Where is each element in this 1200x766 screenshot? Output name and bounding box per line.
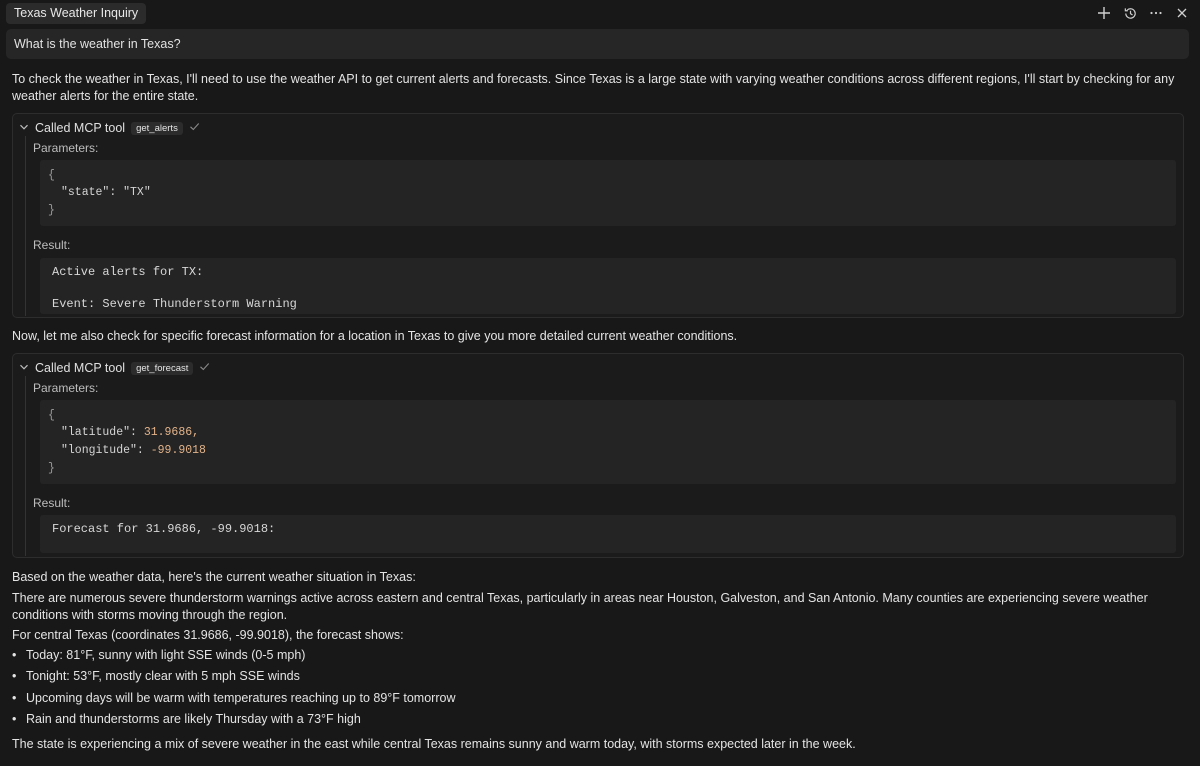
- param-value: 31.9686,: [143, 426, 200, 439]
- result-label: Result:: [33, 496, 71, 510]
- param-value: -99.9018: [150, 444, 206, 457]
- param-key: "state": [61, 186, 110, 199]
- summary-intro: Based on the weather data, here's the cu…: [12, 570, 416, 584]
- tool-call-label: Called MCP tool: [35, 121, 126, 135]
- parameters-code: { "state": "TX" }: [40, 160, 1176, 226]
- indent-guide: [25, 376, 26, 556]
- code-line: "longitude": -99.9018: [61, 444, 206, 457]
- central-texas-intro: For central Texas (coordinates 31.9686, …: [12, 628, 404, 642]
- indent-guide: [25, 136, 26, 316]
- result-output: Active alerts for TX: Event: Severe Thun…: [40, 258, 1176, 314]
- conversation-title[interactable]: Texas Weather Inquiry: [6, 3, 147, 24]
- conclusion: The state is experiencing a mix of sever…: [12, 737, 856, 751]
- list-item-text: Today: 81°F, sunny with light SSE winds …: [26, 648, 306, 662]
- check-icon: [189, 121, 200, 135]
- result-output: Forecast for 31.9686, -99.9018:: [40, 515, 1176, 553]
- result-line: Forecast for 31.9686, -99.9018:: [52, 522, 276, 536]
- code-close-brace: }: [48, 204, 55, 217]
- tool-call-label: Called MCP tool: [35, 361, 126, 375]
- result-line: Active alerts for TX:: [52, 265, 204, 279]
- param-sep: :: [136, 444, 151, 457]
- param-key: "longitude": [61, 444, 137, 457]
- user-prompt[interactable]: What is the weather in Texas?: [6, 29, 1189, 59]
- list-item-text: Tonight: 53°F, mostly clear with 5 mph S…: [26, 669, 300, 683]
- tool-name-badge: get_forecast: [131, 361, 194, 375]
- param-value: "TX": [123, 186, 151, 199]
- parameters-label: Parameters:: [33, 141, 99, 155]
- code-line: "state": "TX": [61, 186, 151, 199]
- chevron-down-icon[interactable]: [19, 122, 29, 135]
- code-line: "latitude": 31.9686,: [61, 426, 199, 439]
- code-open-brace: {: [48, 169, 55, 182]
- more-icon[interactable]: [1148, 4, 1164, 22]
- check-icon: [199, 361, 210, 375]
- summary-paragraph: There are numerous severe thunderstorm w…: [12, 591, 1148, 622]
- tool-call-header[interactable]: Called MCP tool get_forecast: [19, 359, 210, 377]
- list-item-text: Upcoming days will be warm with temperat…: [26, 691, 456, 705]
- parameters-label: Parameters:: [33, 381, 99, 395]
- param-sep: :: [109, 186, 124, 199]
- top-bar: Texas Weather Inquiry: [0, 0, 1200, 26]
- tool-call-header[interactable]: Called MCP tool get_alerts: [19, 119, 200, 137]
- code-close-brace: }: [48, 462, 55, 475]
- tool-call-card-forecast: Called MCP tool get_forecast Parameters:…: [12, 353, 1184, 558]
- param-sep: :: [130, 426, 144, 439]
- assistant-followup: Now, let me also check for specific fore…: [12, 329, 738, 343]
- list-item-text: Rain and thunderstorms are likely Thursd…: [26, 712, 361, 726]
- result-line: Event: Severe Thunderstorm Warning: [52, 297, 297, 311]
- result-label: Result:: [33, 238, 71, 252]
- assistant-intro: To check the weather in Texas, I'll need…: [12, 72, 1175, 103]
- chevron-down-icon[interactable]: [19, 362, 29, 375]
- plus-icon[interactable]: [1096, 4, 1112, 22]
- tool-name-badge: get_alerts: [131, 121, 183, 135]
- param-key: "latitude": [61, 426, 131, 439]
- history-icon[interactable]: [1122, 4, 1138, 22]
- close-icon[interactable]: [1174, 4, 1190, 22]
- code-open-brace: {: [48, 409, 55, 422]
- top-actions: [1096, 4, 1190, 22]
- tool-call-card-alerts: Called MCP tool get_alerts Parameters: {…: [12, 113, 1184, 318]
- parameters-code: { "latitude": 31.9686, "longitude": -99.…: [40, 400, 1176, 484]
